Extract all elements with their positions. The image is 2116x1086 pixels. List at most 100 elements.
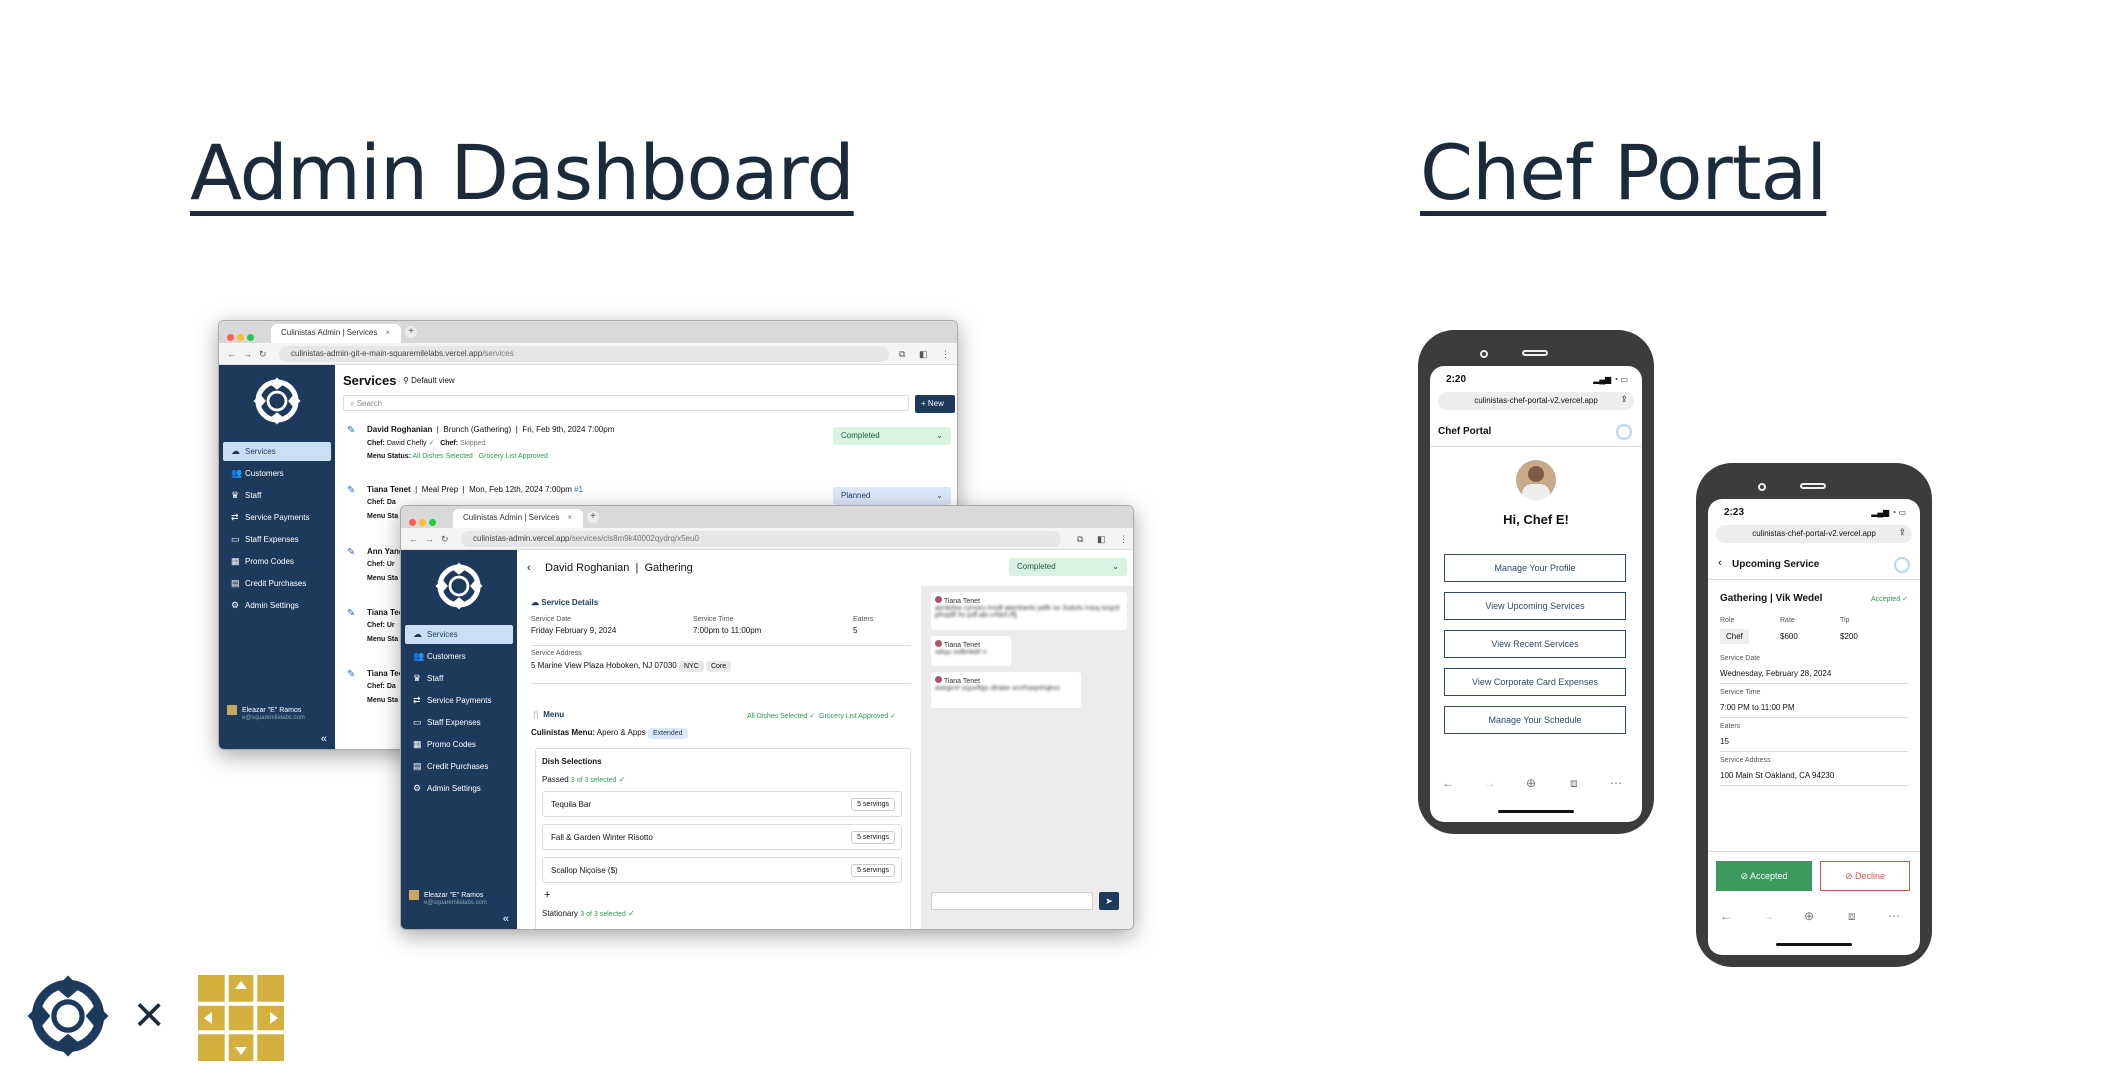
sidebar-item-staff[interactable]: ♛ Staff [223, 486, 331, 505]
sidebar-item-staff[interactable]: ♛ Staff [405, 669, 513, 688]
decline-button[interactable]: ⊘ Decline [1820, 861, 1910, 891]
sidebar-item-staff-expenses[interactable]: ▭ Staff Expenses [405, 713, 513, 732]
menu-dots-icon[interactable]: ⋮ [1119, 534, 1128, 545]
close-tab-icon[interactable]: × [385, 328, 390, 337]
back-arrow-icon[interactable]: ← [1442, 776, 1454, 790]
service-date: Friday February 9, 2024 [531, 626, 617, 635]
url-field[interactable]: culinistas-admin-git-e-main-squaremilela… [279, 346, 889, 362]
status-dropdown[interactable]: Planned ⌄ [833, 487, 951, 505]
back-arrow-icon[interactable]: ← [409, 534, 418, 544]
user-profile[interactable]: Eleazar "E" Ramos e@squaremilelabs.com [227, 705, 305, 721]
user-profile[interactable]: Eleazar "E" Ramos e@squaremilelabs.com [409, 890, 487, 906]
chat-input[interactable] [931, 892, 1093, 910]
view-upcoming-services-button[interactable]: View Upcoming Services [1444, 592, 1626, 620]
manage-profile-button[interactable]: Manage Your Profile [1444, 554, 1626, 582]
url-field[interactable]: culinistas-chef-portal-v2.vercel.app [1438, 392, 1634, 410]
chef-hat-icon: ☁ [231, 446, 240, 456]
new-service-button[interactable]: + New [915, 395, 955, 413]
menu-dots-icon[interactable]: ⋮ [941, 349, 950, 360]
sidebar-item-promo-codes[interactable]: ▦ Promo Codes [223, 552, 331, 571]
view-recent-services-button[interactable]: View Recent Services [1444, 630, 1626, 658]
sidebar-item-services[interactable]: ☁ Services [405, 625, 513, 644]
more-icon[interactable]: ⋯ [1610, 776, 1622, 790]
sidepanel-icon[interactable]: ◧ [1097, 534, 1106, 545]
collapse-sidebar-icon[interactable]: « [321, 733, 327, 745]
status-dropdown[interactable]: Completed ⌄ [1009, 558, 1127, 576]
browser-tab[interactable]: Culinistas Admin | Services × [271, 324, 401, 343]
reload-icon[interactable]: ↻ [441, 534, 449, 545]
edit-icon[interactable]: ✎ [347, 608, 355, 619]
send-icon[interactable]: ➤ [1099, 892, 1119, 910]
reload-icon[interactable]: ↻ [259, 349, 267, 360]
check-icon: ✓ [428, 440, 435, 447]
avatar [935, 596, 942, 603]
sidebar-item-customers[interactable]: 👥 Customers [223, 464, 331, 483]
search-input[interactable]: ⌕ Search [343, 395, 909, 411]
view-selector[interactable]: ⚲ Default view [403, 376, 455, 385]
service-time: 7:00pm to 11:00pm [693, 626, 762, 635]
sidebar-item-services[interactable]: ☁ Services [223, 442, 331, 461]
receipt-icon: ▤ [231, 578, 240, 588]
sidebar-item-service-payments[interactable]: ⇄ Service Payments [223, 508, 331, 527]
sidebar-item-customers[interactable]: 👥 Customers [405, 647, 513, 666]
new-tab-icon[interactable]: + [405, 326, 417, 338]
edit-icon[interactable]: ✎ [347, 547, 355, 558]
eaters-count: 15 [1720, 737, 1729, 746]
view-card-expenses-button[interactable]: View Corporate Card Expenses [1444, 668, 1626, 696]
url-field[interactable]: culinistas-chef-portal-v2.vercel.app [1716, 525, 1912, 543]
sidebar-item-credit-purchases[interactable]: ▤ Credit Purchases [405, 757, 513, 776]
gear-icon: ⚙ [413, 783, 422, 793]
culinistas-logo [24, 972, 112, 1065]
url-field[interactable]: culinistas-admin.vercel.app/services/cls… [461, 531, 1061, 547]
sidebar-item-credit-purchases[interactable]: ▤ Credit Purchases [223, 574, 331, 593]
close-tab-icon[interactable]: × [567, 513, 572, 522]
forward-arrow-icon[interactable]: → [425, 534, 434, 544]
sidebar-item-admin-settings[interactable]: ⚙ Admin Settings [405, 779, 513, 798]
sidebar-item-service-payments[interactable]: ⇄ Service Payments [405, 691, 513, 710]
collapse-sidebar-icon[interactable]: « [503, 913, 509, 925]
dish-item[interactable]: Tequila Bar 5 servings [542, 791, 902, 817]
forward-arrow-icon[interactable]: → [243, 349, 252, 359]
edit-icon[interactable]: ✎ [347, 485, 355, 496]
menu-tag: Extended [647, 728, 688, 739]
add-dish-button[interactable]: + [544, 889, 550, 901]
forward-arrow-icon[interactable]: → [1762, 909, 1774, 923]
admin-dashboard-heading: Admin Dashboard [190, 128, 855, 217]
tab-bar: Culinistas Admin | Services × + [401, 506, 1133, 528]
acceptance-status: Accepted [1870, 596, 1901, 603]
back-arrow-icon[interactable]: ← [1720, 909, 1732, 923]
phone-screen: 2:20 ▂▄▆ ◔ ▭ culinistas-chef-portal-v2.v… [1430, 366, 1642, 822]
sidebar-item-admin-settings[interactable]: ⚙ Admin Settings [223, 596, 331, 615]
status-dropdown[interactable]: Completed ⌄ [833, 427, 951, 445]
extensions-icon[interactable]: ⧉ [1077, 534, 1083, 545]
edit-icon[interactable]: ✎ [347, 425, 355, 436]
back-chevron-icon[interactable]: ‹ [1718, 557, 1722, 569]
tabs-icon[interactable]: ⧈ [1848, 909, 1856, 924]
sidepanel-icon[interactable]: ◧ [919, 349, 928, 360]
dish-item[interactable]: Fall & Garden Winter Risotto 5 servings [542, 824, 902, 850]
more-icon[interactable]: ⋯ [1888, 909, 1900, 923]
accept-button[interactable]: ⊘ Accepted [1716, 861, 1812, 891]
new-tab-icon[interactable]: ⊕ [1526, 776, 1536, 790]
back-arrow-icon[interactable]: ← [227, 349, 236, 359]
share-icon[interactable]: ⇪ [1620, 394, 1628, 405]
sidebar-item-staff-expenses[interactable]: ▭ Staff Expenses [223, 530, 331, 549]
sidebar-item-promo-codes[interactable]: ▦ Promo Codes [405, 735, 513, 754]
check-circle-icon: ✓ [1902, 596, 1908, 603]
table-row[interactable]: ✎ David Roghanian | Brunch (Gathering) |… [343, 423, 955, 473]
browser-tab[interactable]: Culinistas Admin | Services × [453, 509, 583, 528]
status-time: 2:20 [1446, 374, 1467, 385]
forward-arrow-icon[interactable]: → [1484, 776, 1496, 790]
new-tab-icon[interactable]: ⊕ [1804, 909, 1814, 923]
manage-schedule-button[interactable]: Manage Your Schedule [1444, 706, 1626, 734]
gear-icon: ⚙ [231, 600, 240, 610]
fork-knife-icon: 🍴 [531, 710, 541, 719]
edit-icon[interactable]: ✎ [347, 669, 355, 680]
rate-value: $600 [1780, 632, 1798, 641]
extensions-icon[interactable]: ⧉ [899, 349, 905, 360]
tabs-icon[interactable]: ⧈ [1570, 776, 1578, 791]
new-tab-icon[interactable]: + [587, 511, 599, 523]
dish-item[interactable]: Scallop Niçoise ($) 5 servings [542, 857, 902, 883]
share-icon[interactable]: ⇪ [1898, 527, 1906, 538]
back-chevron-icon[interactable]: ‹ [527, 562, 531, 574]
